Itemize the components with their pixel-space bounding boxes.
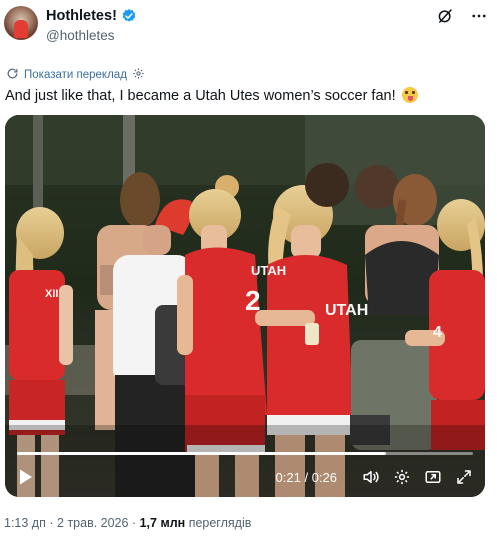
video-frame: 2 UTAH 4 XII UTAH <box>5 115 485 497</box>
tweet-meta: 1:13 дп · 2 трав. 2026 · 1,7 млн перегля… <box>4 516 252 530</box>
tweet: Hothletes! @hothletes Показати переклад … <box>0 0 497 540</box>
video-player[interactable]: 2 UTAH 4 XII UTAH 0:21 / 0:26 <box>5 115 485 497</box>
volume-icon[interactable] <box>360 466 382 488</box>
more-icon[interactable] <box>469 6 489 26</box>
views-count: 1,7 млн <box>139 516 186 530</box>
grok-icon[interactable] <box>435 6 455 26</box>
translate-link[interactable]: Показати переклад <box>6 67 145 83</box>
fullscreen-icon[interactable] <box>453 466 475 488</box>
picture-in-picture-icon[interactable] <box>422 466 444 488</box>
jersey-text-center: UTAH <box>251 263 286 278</box>
verified-badge-icon <box>121 8 137 24</box>
gear-icon[interactable] <box>132 67 145 83</box>
avatar[interactable] <box>4 6 38 40</box>
zany-face-emoji-icon <box>401 87 418 103</box>
video-time: 0:21 / 0:26 <box>275 469 337 485</box>
display-name[interactable]: Hothletes! <box>46 8 117 24</box>
jersey-text-left: XII <box>45 288 58 300</box>
tweet-text: And just like that, I became a Utah Utes… <box>5 87 418 105</box>
translate-label[interactable]: Показати переклад <box>24 69 127 81</box>
video-controls: 0:21 / 0:26 <box>5 457 485 497</box>
play-icon[interactable] <box>15 466 37 488</box>
jersey-text-right: 4 <box>433 324 442 341</box>
settings-gear-icon[interactable] <box>391 466 413 488</box>
top-actions <box>435 6 489 26</box>
handle[interactable]: @hothletes <box>46 28 137 43</box>
tweet-time[interactable]: 1:13 дп <box>4 516 46 530</box>
progress-bar[interactable] <box>17 452 473 455</box>
author-block[interactable]: Hothletes! @hothletes <box>46 7 137 43</box>
jersey-text: UTAH <box>325 302 368 319</box>
tweet-date[interactable]: 2 трав. 2026 <box>57 516 128 530</box>
views-label: переглядів <box>188 516 252 530</box>
translate-icon <box>6 67 19 83</box>
progress-fill <box>17 452 387 455</box>
